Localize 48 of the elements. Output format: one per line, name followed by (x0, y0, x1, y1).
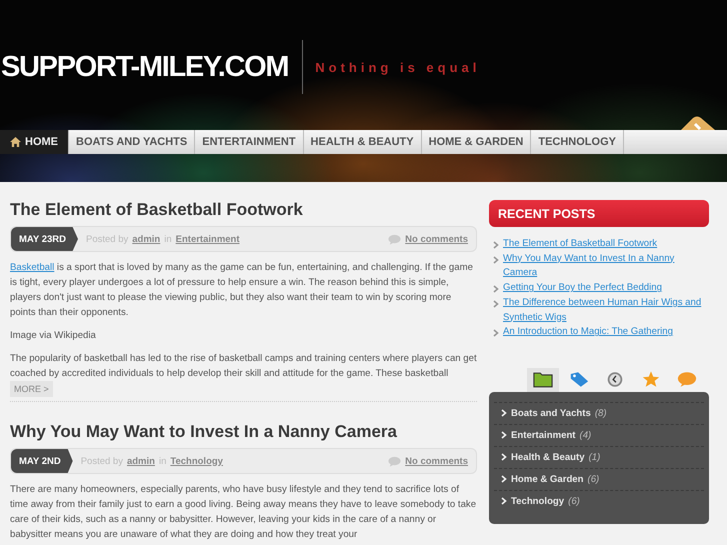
category-link[interactable]: Technology (511, 496, 564, 507)
nav-tab[interactable]: HEALTH & BEAUTY (304, 130, 422, 154)
chevron-icon (501, 409, 507, 418)
nav-tab[interactable]: HOME (0, 130, 69, 154)
category-link[interactable]: Home & Garden (511, 474, 584, 485)
nav-tab[interactable]: HOME & GARDEN (422, 130, 532, 154)
recent-post-link[interactable]: Why You May Want to Invest In a Nanny Camera (503, 252, 709, 282)
category-count: (6) (568, 496, 580, 507)
post-paragraph: There are many homeowners, especially parents, who have busy lifestyle and they tend to sacrifice lots of time away from their family just to earn a good living. Being away means they have to leave somebody to take care of their kids, such as a nanny or babysitter. However, leaving your kids in the care of a nanny or babysitter means you are unaware of what they are doing and how they treat your (10, 483, 477, 542)
category-count: (4) (580, 430, 592, 441)
nav-tab[interactable]: ENTERTAINMENT (195, 130, 304, 154)
folder-icon (533, 371, 553, 388)
post-paragraph: The popularity of basketball has led to the rise of basketball camps and training centers where players can get coached by accredited individuals to help develop their skill and attitude for the game. These basketball MORE > (10, 351, 477, 397)
clock-icon (605, 371, 625, 388)
chevron-icon (501, 453, 507, 462)
category-count: (6) (588, 474, 600, 485)
site-logo[interactable]: SUPPORT-MILEY.COM (0, 50, 288, 84)
widget-title: RECENT POSTS (498, 206, 596, 220)
chevron-icon (493, 329, 499, 338)
star-icon (641, 371, 661, 388)
post-paragraph: Image via Wikipedia (10, 329, 97, 343)
category-count: (1) (588, 452, 600, 463)
chevron-icon (501, 497, 507, 506)
home-icon (10, 137, 21, 147)
chevron-icon (501, 475, 507, 484)
post-paragraph: Basketball is a sport that is loved by many as the game can be fun, entertaining, and challenging. If the game is tight, every player undergoes a lot of pressure to help ensure a win. The reason behind this is simple, players don't just want to please the viewing public, but they also want their team to win by scoring more points than their opponents. (10, 261, 474, 320)
chevron-icon (501, 431, 507, 440)
speech-bubble-icon (677, 371, 697, 388)
category-count: (8) (594, 408, 607, 419)
text-link[interactable]: Basketball (10, 262, 54, 273)
post-date: MAY 2ND (11, 449, 73, 473)
nav-tab[interactable]: BOATS AND YACHTS (69, 130, 196, 154)
tag-icon (569, 371, 589, 388)
comment-icon (388, 234, 402, 244)
category-link[interactable]: Health & Beauty (511, 452, 585, 463)
recent-post-link[interactable]: An Introduction to Magic: The Gathering (503, 325, 673, 340)
nav-tab[interactable]: TECHNOLOGY (531, 130, 624, 154)
recent-post-link[interactable]: The Difference between Human Hair Wigs and Synthetic Wigs (503, 296, 709, 326)
category-link[interactable]: Boats and Yachts (511, 408, 591, 419)
comment-icon (388, 456, 402, 466)
widget-tab[interactable] (527, 368, 559, 392)
post-title[interactable]: Why You May Want to Invest In a Nanny Camera (10, 422, 477, 442)
recent-post-link[interactable]: The Element of Basketball Footwork (503, 237, 658, 252)
tagline: Nothing is equal (315, 60, 480, 74)
post-date: MAY 23RD (11, 227, 78, 251)
recent-post-link[interactable]: Getting Your Boy the Perfect Bedding (503, 281, 662, 296)
post-title[interactable]: The Element of Basketball Footwork (10, 200, 477, 220)
category-link[interactable]: Entertainment (511, 430, 576, 441)
